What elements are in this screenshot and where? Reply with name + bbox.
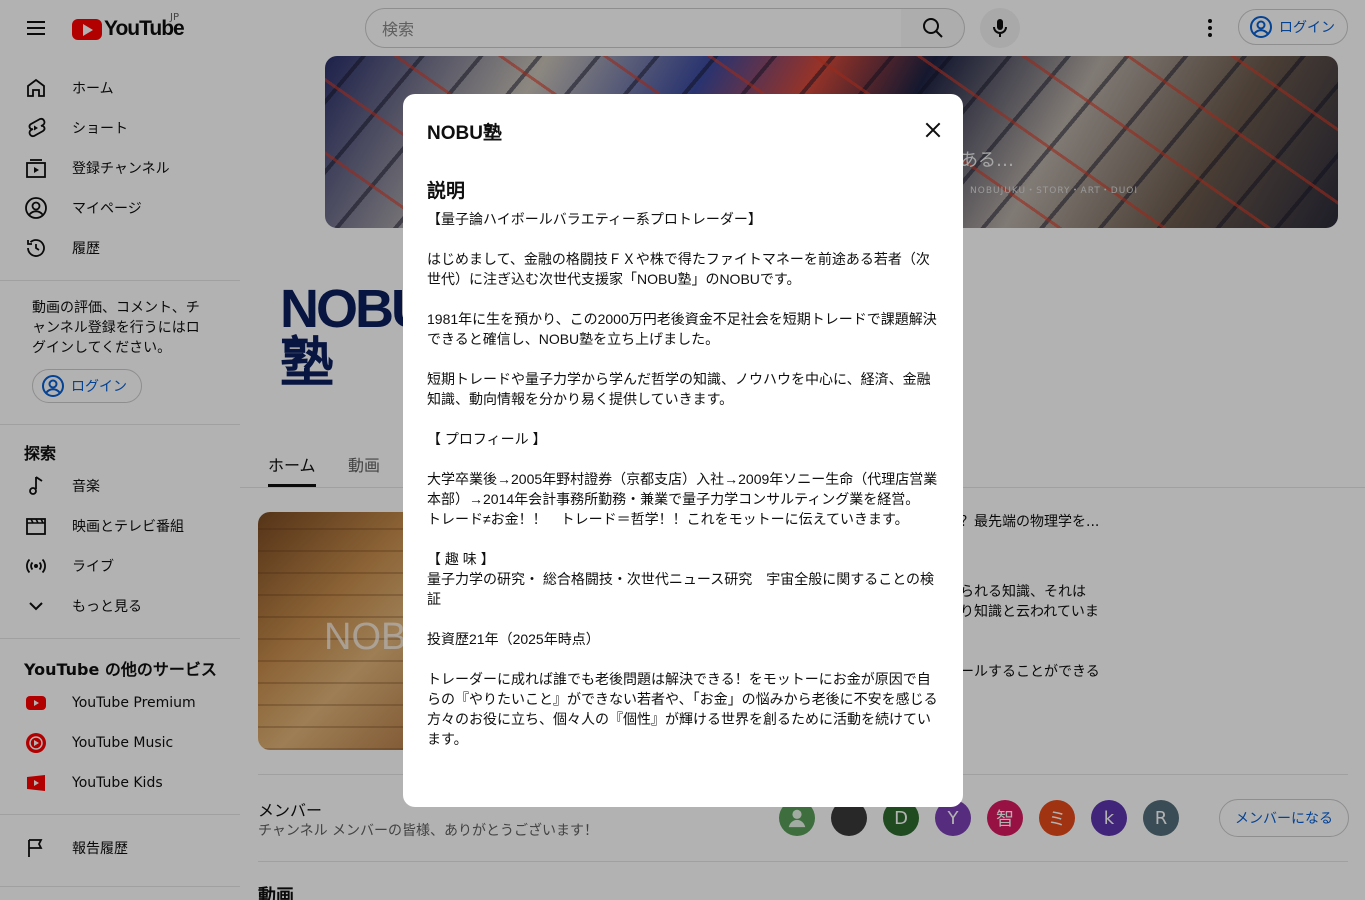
description-heading: 説明 [427,181,466,202]
channel-description: 【量子論ハイボールバラエティー系プロトレーダー】 はじめまして、金融の格闘技ＦＸ… [427,211,938,747]
dialog-title: NOBU塾 [427,123,502,144]
close-button[interactable] [913,116,953,144]
about-dialog: NOBU塾 説明 【量子論ハイボールバラエティー系プロトレーダー】 はじめまして… [403,94,963,807]
close-icon [925,122,941,138]
